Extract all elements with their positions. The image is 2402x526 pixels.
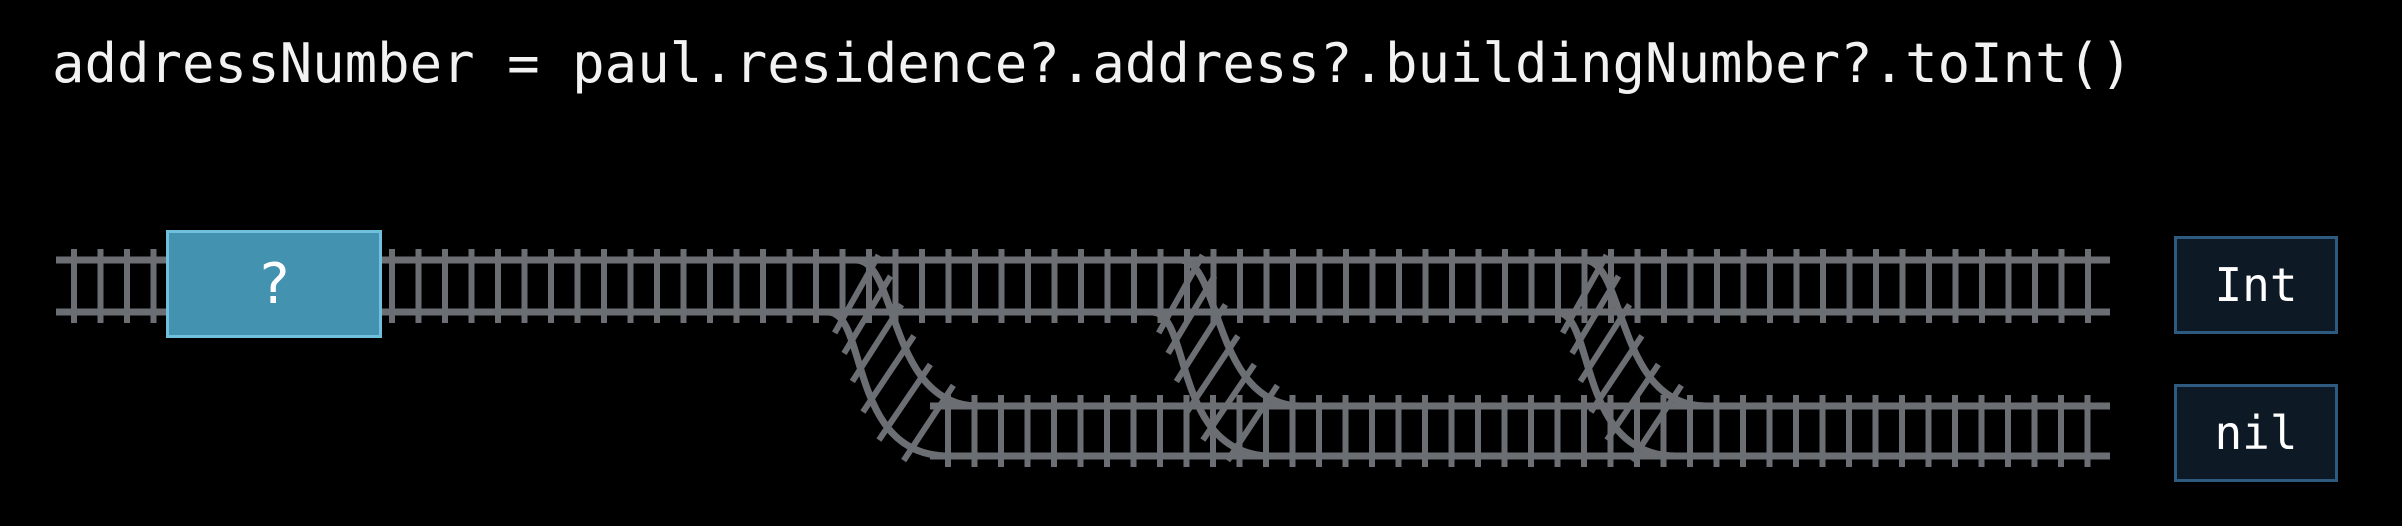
bottom-track <box>930 395 2110 467</box>
result-int-box: Int <box>2174 236 2338 334</box>
switch-tie <box>1156 253 1206 335</box>
optional-train-car: ? <box>166 230 382 338</box>
result-nil-box: nil <box>2174 384 2338 482</box>
